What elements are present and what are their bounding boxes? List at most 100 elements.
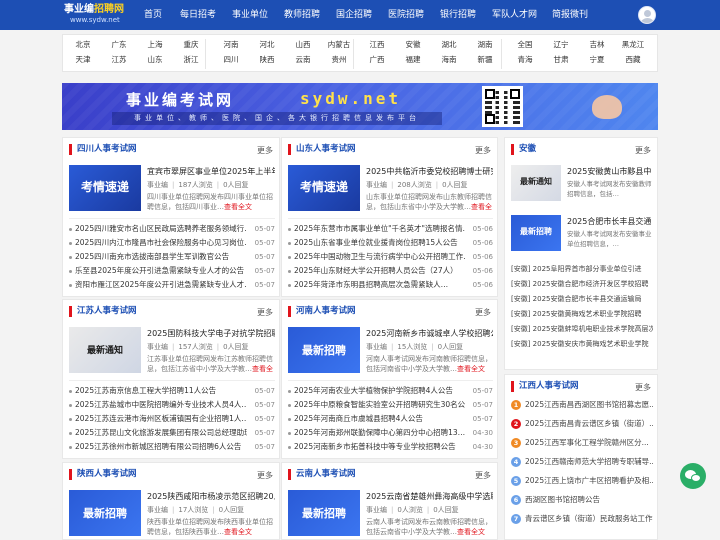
feature-thumbnail[interactable]: 考情速递 <box>288 165 360 211</box>
list-item[interactable]: 2025四川雅安市名山区民政局选聘养老服务领域行… 05-07 <box>69 224 275 234</box>
region-link[interactable]: 宁夏 <box>585 55 609 65</box>
ad-banner[interactable]: 事业编考试网 sydw.net 事业单位、教师、医院、国企、各大银行招聘信息发布… <box>62 83 658 130</box>
nav-item-soe[interactable]: 国企招聘 <box>336 0 372 30</box>
feature-thumbnail[interactable]: 最新招聘 <box>69 490 141 536</box>
list-item[interactable]: 2025年中原粮食智能实验室公开招聘研究生30名公告 05-07 <box>288 400 493 410</box>
panel-title[interactable]: 云南人事考试网 <box>288 469 356 480</box>
region-link[interactable]: 四川 <box>219 55 243 65</box>
panel-more-link[interactable]: 更多 <box>475 470 491 481</box>
nav-item-teacher[interactable]: 教师招聘 <box>284 0 320 30</box>
anhui-more-link[interactable]: 更多 <box>635 145 651 156</box>
feature-thumbnail[interactable]: 最新招聘 <box>288 490 360 536</box>
region-link[interactable]: 北京 <box>71 40 95 50</box>
region-link[interactable]: 云南 <box>291 55 315 65</box>
list-item[interactable]: 2025年河南农业大学植物保护学院招聘4人公告 05-07 <box>288 386 493 396</box>
jiangxi-list-item[interactable]: 2025江西军事化工程学院赣州区分... <box>525 438 653 448</box>
panel-title[interactable]: 河南人事考试网 <box>288 306 356 317</box>
read-more-link[interactable]: 查看全文 <box>457 528 485 536</box>
region-link[interactable]: 内蒙古 <box>325 40 353 50</box>
anhui-card-thumbnail[interactable]: 最新招聘 <box>511 215 561 251</box>
region-link[interactable]: 安徽 <box>401 40 425 50</box>
region-link[interactable]: 福建 <box>401 55 425 65</box>
list-item[interactable]: 2025江苏南京信息工程大学招聘11人公告 05-07 <box>69 386 275 396</box>
region-link[interactable]: 全国 <box>513 40 537 50</box>
list-item[interactable]: 资阳市雁江区2025年度公开引进急需紧缺专业人才… 05-07 <box>69 280 275 290</box>
region-link[interactable]: 广西 <box>365 55 389 65</box>
list-item[interactable]: 2025年河南郑州联勤保障中心第四分中心招聘13… 04-30 <box>288 428 493 438</box>
jiangxi-list-item[interactable]: 西湖区图书馆招聘公告 <box>525 495 653 505</box>
panel-title[interactable]: 陕西人事考试网 <box>69 469 137 480</box>
region-link[interactable]: 山东 <box>143 55 167 65</box>
feature-title[interactable]: 2025云南省楚雄州彝海高级中学选聘 <box>366 491 493 502</box>
feature-title[interactable]: 2025陕西咸阳市杨凌示范区招聘20人 <box>147 491 275 502</box>
jiangxi-more-link[interactable]: 更多 <box>635 382 651 393</box>
anhui-list-item[interactable]: [安徽] 2025安徽安庆市黄梅戏艺术职业学院 <box>511 339 653 349</box>
region-link[interactable]: 天津 <box>71 55 95 65</box>
region-link[interactable]: 上海 <box>143 40 167 50</box>
jiangxi-list-item[interactable]: 2025江西南昌青云谱区乡镇（街道）... <box>525 419 653 429</box>
feature-title[interactable]: 宜宾市翠屏区事业单位2025年上半年 <box>147 166 275 177</box>
panel-more-link[interactable]: 更多 <box>475 307 491 318</box>
list-item[interactable]: 2025江苏盐城市中医院招聘编外专业技术人员4人… 05-07 <box>69 400 275 410</box>
list-item[interactable]: 2025山东省事业单位就业援青岗位招聘15人公告 05-06 <box>288 238 493 248</box>
list-item[interactable]: 2025年山东财经大学公开招聘人员公告（27人） 05-06 <box>288 266 493 276</box>
region-link[interactable]: 海南 <box>437 55 461 65</box>
feature-title[interactable]: 2025国防科技大学电子对抗学院招聘 <box>147 328 275 339</box>
list-item[interactable]: 2025河南新乡市拓普科技中等专业学校招聘公告 04-30 <box>288 442 493 452</box>
list-item[interactable]: 乐至县2025年度公开引进急需紧缺专业人才的公告 05-07 <box>69 266 275 276</box>
panel-more-link[interactable]: 更多 <box>475 145 491 156</box>
panel-title[interactable]: 山东人事考试网 <box>288 144 356 155</box>
region-link[interactable]: 贵州 <box>327 55 351 65</box>
region-link[interactable]: 湖北 <box>437 40 461 50</box>
anhui-list-item[interactable]: [安徽] 2025阜阳界首市部分事业单位引进 <box>511 264 653 274</box>
region-link[interactable]: 江苏 <box>107 55 131 65</box>
panel-more-link[interactable]: 更多 <box>257 145 273 156</box>
site-logo[interactable]: 事业编招聘网 www.sydw.net <box>64 4 128 26</box>
region-link[interactable]: 湖南 <box>473 40 497 50</box>
wechat-icon[interactable] <box>680 463 706 489</box>
anhui-list-item[interactable]: [安徽] 2025安徽合肥市长丰县交通运输局 <box>511 294 653 304</box>
nav-item-home[interactable]: 首页 <box>144 0 162 30</box>
list-item[interactable]: 2025江苏徐州市新城区招聘有限公司招聘6人公告 05-07 <box>69 442 275 452</box>
anhui-card-thumbnail[interactable]: 最新通知 <box>511 165 561 201</box>
region-link[interactable]: 黑龙江 <box>619 40 647 50</box>
region-link[interactable]: 广东 <box>107 40 131 50</box>
jiangxi-list-item[interactable]: 2025江西南昌西湖区图书馆招募志愿... <box>525 400 653 410</box>
region-link[interactable]: 河北 <box>255 40 279 50</box>
read-more-link[interactable]: 查看全文 <box>224 528 252 536</box>
nav-item-daily[interactable]: 每日招考 <box>180 0 216 30</box>
nav-item-institution[interactable]: 事业单位 <box>232 0 268 30</box>
list-item[interactable]: 2025四川南充市选拔南部县学生军训教官公告 05-07 <box>69 252 275 262</box>
nav-item-brief[interactable]: 简报微刊 <box>552 0 588 30</box>
list-item[interactable]: 2025江苏连云港市海州区板浦镇国有企业招聘1人… 05-07 <box>69 414 275 424</box>
anhui-card-title[interactable]: 2025安徽黄山市黟县中 <box>567 166 653 177</box>
anhui-card-title[interactable]: 2025合肥市长丰县交通 <box>567 216 653 227</box>
feature-thumbnail[interactable]: 考情速递 <box>69 165 141 211</box>
nav-item-military[interactable]: 军队人才网 <box>492 0 537 30</box>
nav-item-bank[interactable]: 银行招聘 <box>440 0 476 30</box>
region-link[interactable]: 浙江 <box>179 55 203 65</box>
list-item[interactable]: 2025年菏泽市东明县招聘高层次急需紧缺人… 05-06 <box>288 280 493 290</box>
read-more-link[interactable]: 查看全文 <box>457 365 485 373</box>
region-link[interactable]: 重庆 <box>179 40 203 50</box>
list-item[interactable]: 2025江苏昆山文化旅游发展集团有限公司总经理助理… 05-07 <box>69 428 275 438</box>
region-link[interactable]: 江西 <box>365 40 389 50</box>
region-link[interactable]: 青海 <box>513 55 537 65</box>
region-link[interactable]: 新疆 <box>473 55 497 65</box>
region-link[interactable]: 山西 <box>291 40 315 50</box>
panel-title[interactable]: 江苏人事考试网 <box>69 306 137 317</box>
feature-thumbnail[interactable]: 最新通知 <box>69 327 141 373</box>
anhui-list-item[interactable]: [安徽] 2025安徽黄梅戏艺术职业学院招聘 <box>511 309 653 319</box>
user-avatar[interactable] <box>638 6 656 24</box>
jiangxi-list-item[interactable]: 青云谱区乡镇（街道）民政服务站工作... <box>525 514 653 524</box>
feature-title[interactable]: 2025河南新乡市诚城卓人学校招聘公 <box>366 328 493 339</box>
panel-more-link[interactable]: 更多 <box>257 307 273 318</box>
list-item[interactable]: 2025年中国动物卫生与流行病学中心公开招聘工作… 05-06 <box>288 252 493 262</box>
panel-title[interactable]: 四川人事考试网 <box>69 144 137 155</box>
nav-item-hospital[interactable]: 医院招聘 <box>388 0 424 30</box>
region-link[interactable]: 甘肃 <box>549 55 573 65</box>
anhui-list-item[interactable]: [安徽] 2025安徽蚌埠机电职业技术学院高层次 <box>511 324 653 334</box>
region-link[interactable]: 吉林 <box>585 40 609 50</box>
region-link[interactable]: 西藏 <box>621 55 645 65</box>
read-more-link[interactable]: 查看全文 <box>224 203 252 211</box>
